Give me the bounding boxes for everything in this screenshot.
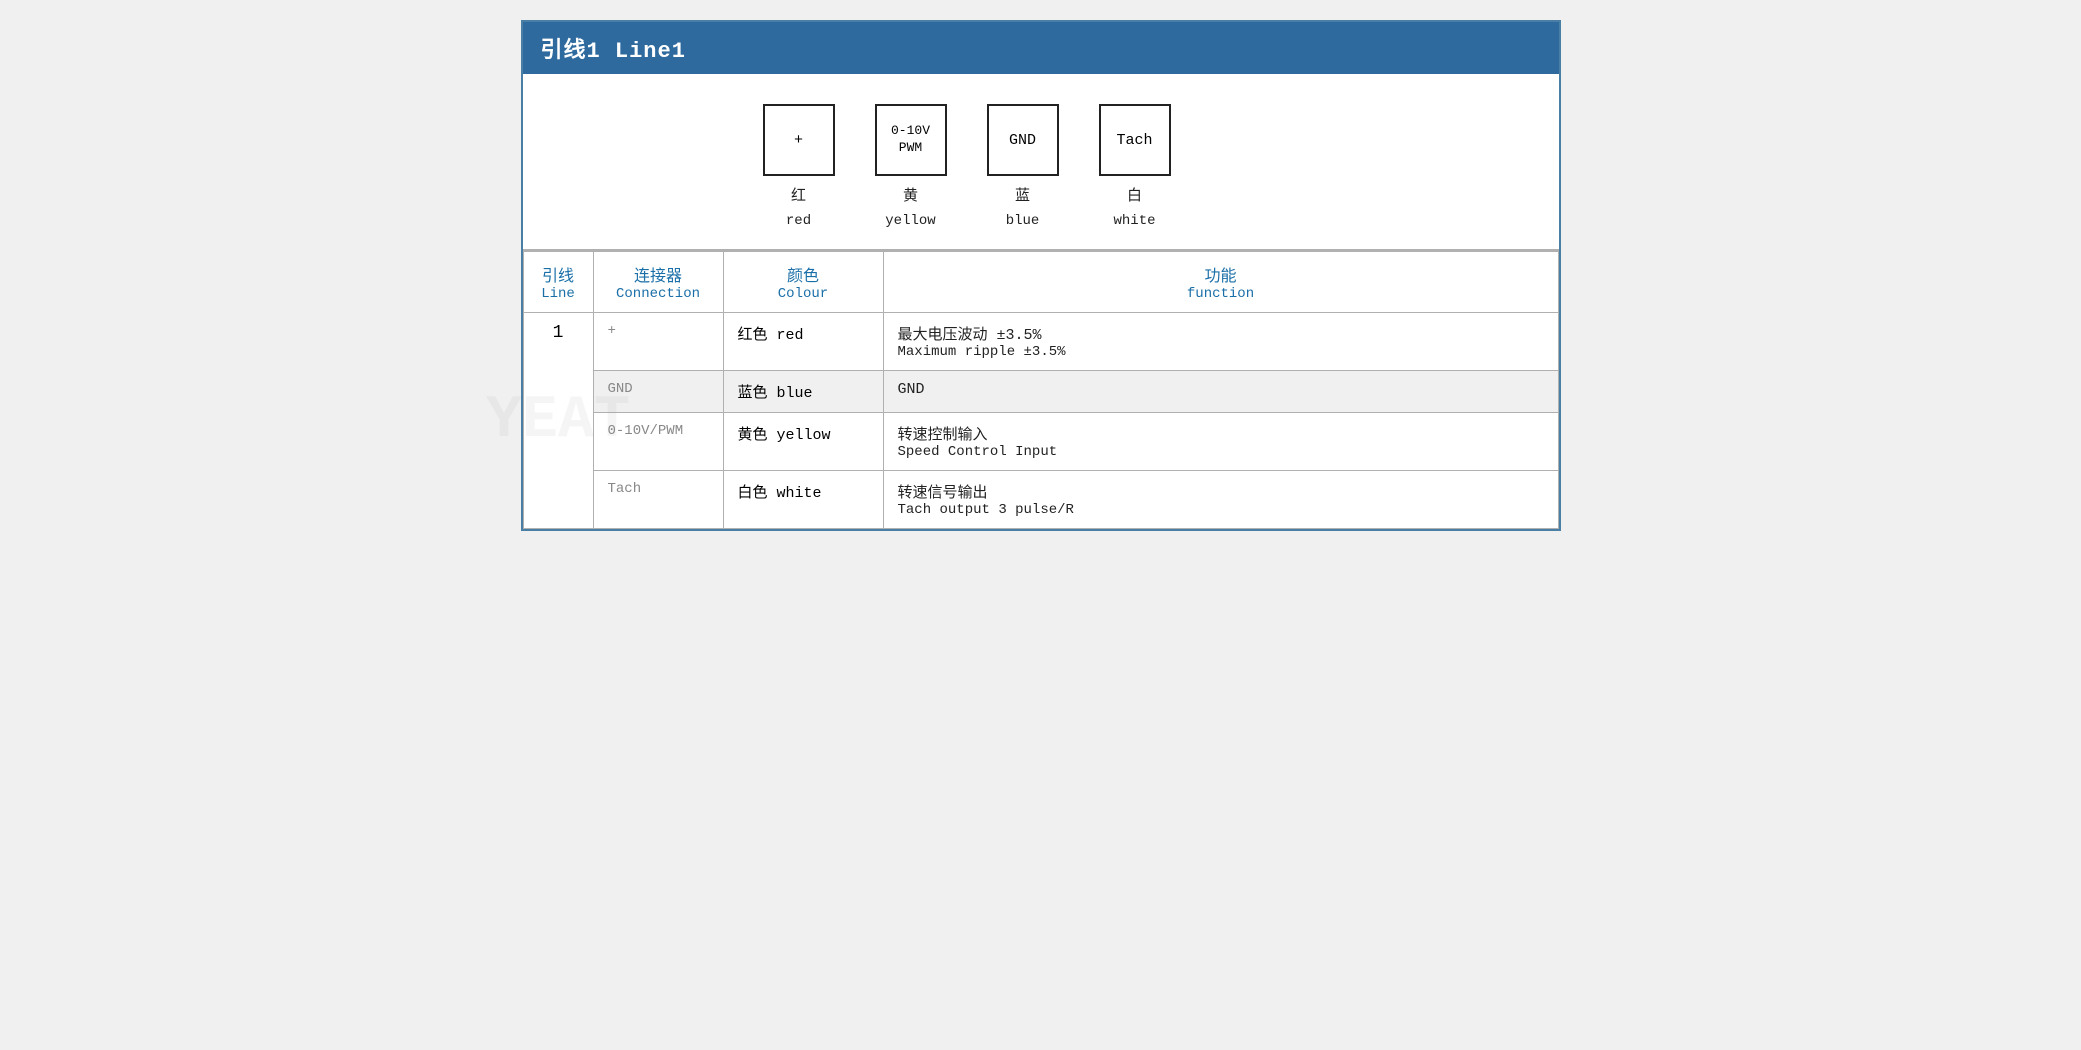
connection-pwm-cell: 0-10V/PWM bbox=[593, 413, 723, 471]
connection-plus-cell: + bbox=[593, 313, 723, 371]
connector-tach: Tach 白 white bbox=[1099, 104, 1171, 229]
connection-gnd-cell: GND bbox=[593, 371, 723, 413]
connector-gnd: GND 蓝 blue bbox=[987, 104, 1059, 229]
table-row: Tach 白色 white 转速信号输出 Tach output 3 pulse… bbox=[523, 471, 1558, 529]
table-header-row: 引线 Line 连接器 Connection 颜色 Colour 功能 func… bbox=[523, 252, 1558, 313]
connector-tach-label-zh: 白 bbox=[1127, 184, 1142, 205]
connection-tach-cell: Tach bbox=[593, 471, 723, 529]
connector-pwm-label-zh: 黄 bbox=[903, 184, 918, 205]
connector-tach-label-en: white bbox=[1113, 213, 1155, 229]
col-header-function: 功能 function bbox=[883, 252, 1558, 313]
colour-yellow-cell: 黄色 yellow bbox=[723, 413, 883, 471]
line-number-cell: 1 YEAT bbox=[523, 313, 593, 529]
table-row: 0-10V/PWM 黄色 yellow 转速控制输入 Speed Control… bbox=[523, 413, 1558, 471]
connector-gnd-label-en: blue bbox=[1006, 213, 1040, 229]
connector-diagram: + 红 red 0-10VPWM 黄 yellow GND 蓝 blue Tac… bbox=[763, 104, 1171, 229]
data-table: 引线 Line 连接器 Connection 颜色 Colour 功能 func… bbox=[523, 251, 1559, 529]
connector-gnd-label-zh: 蓝 bbox=[1015, 184, 1030, 205]
table-row: GND 蓝色 blue GND bbox=[523, 371, 1558, 413]
connector-plus: + 红 red bbox=[763, 104, 835, 229]
function-pwm-cell: 转速控制输入 Speed Control Input bbox=[883, 413, 1558, 471]
connector-pwm-symbol: 0-10VPWM bbox=[875, 104, 947, 176]
col-header-colour: 颜色 Colour bbox=[723, 252, 883, 313]
connector-pwm: 0-10VPWM 黄 yellow bbox=[875, 104, 947, 229]
connector-plus-label-zh: 红 bbox=[791, 184, 806, 205]
function-red-cell: 最大电压波动 ±3.5% Maximum ripple ±3.5% bbox=[883, 313, 1558, 371]
colour-blue-cell: 蓝色 blue bbox=[723, 371, 883, 413]
connector-plus-label-en: red bbox=[786, 213, 811, 229]
colour-white-cell: 白色 white bbox=[723, 471, 883, 529]
connector-tach-symbol: Tach bbox=[1099, 104, 1171, 176]
connector-gnd-symbol: GND bbox=[987, 104, 1059, 176]
colour-red-cell: 红色 red bbox=[723, 313, 883, 371]
section-header: 引线1 Line1 bbox=[523, 22, 1559, 74]
diagram-section: + 红 red 0-10VPWM 黄 yellow GND 蓝 blue Tac… bbox=[523, 74, 1559, 251]
table-row: 1 YEAT + 红色 red 最大电压波动 ±3.5% Maximum rip… bbox=[523, 313, 1558, 371]
header-title: 引线1 Line1 bbox=[541, 39, 686, 64]
connector-pwm-label-en: yellow bbox=[885, 213, 935, 229]
main-container: 引线1 Line1 + 红 red 0-10VPWM 黄 yellow GND … bbox=[521, 20, 1561, 531]
col-header-connection: 连接器 Connection bbox=[593, 252, 723, 313]
function-tach-cell: 转速信号输出 Tach output 3 pulse/R bbox=[883, 471, 1558, 529]
col-header-line: 引线 Line bbox=[523, 252, 593, 313]
function-gnd-cell: GND bbox=[883, 371, 1558, 413]
connector-plus-symbol: + bbox=[763, 104, 835, 176]
